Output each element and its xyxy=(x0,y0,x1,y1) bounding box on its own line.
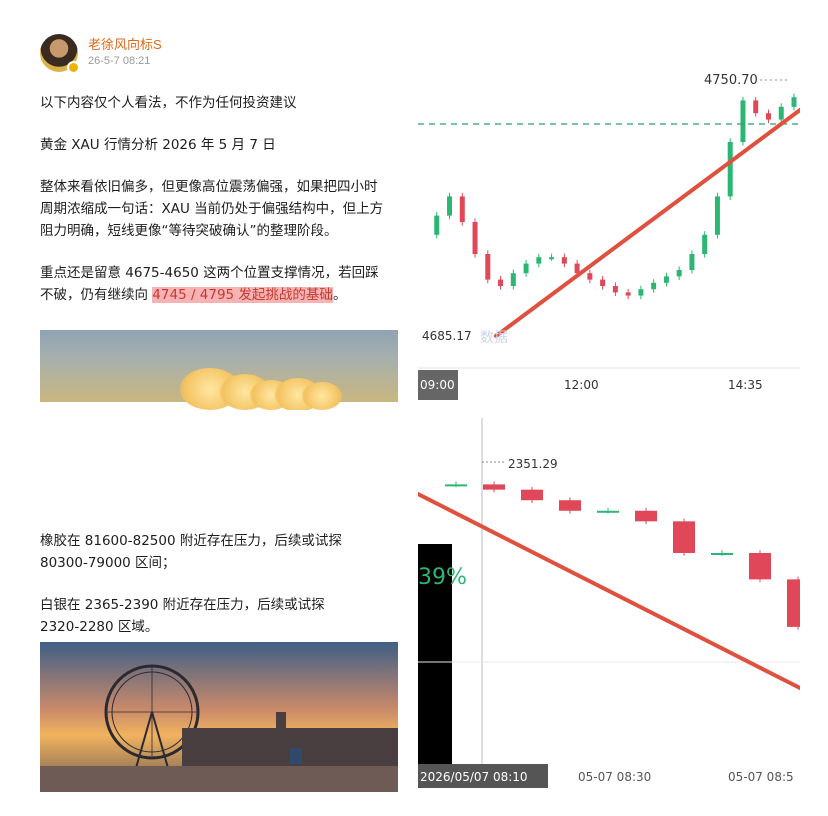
sky-photo[interactable] xyxy=(40,330,398,410)
candle xyxy=(787,579,800,627)
disclaimer-text: 以下内容仅个人看法，不作为任何投资建议 xyxy=(40,95,297,111)
x-tick-0850: 05-07 08:5 xyxy=(728,770,794,784)
author-avatar[interactable] xyxy=(40,34,80,74)
rubber-line-1: 橡胶在 81600-82500 附近存在压力，后续或试探 xyxy=(40,533,342,549)
candle xyxy=(574,263,580,274)
candle xyxy=(727,142,733,197)
candle xyxy=(765,113,771,120)
verified-badge-icon xyxy=(67,61,80,74)
candle xyxy=(651,282,657,290)
candle xyxy=(778,106,784,120)
candle xyxy=(740,100,746,142)
candle xyxy=(635,510,657,522)
x-tick-1435: 14:35 xyxy=(728,378,763,392)
post-continued-panel: 橡胶在 81600-82500 附近存在压力，后续或试探 80300-79000… xyxy=(0,410,410,816)
x-tick-0900: 09:00 xyxy=(420,378,455,392)
rubber-line-2: 80300-79000 区间； xyxy=(40,555,176,571)
body-line-1: 整体来看依旧偏多，但更像高位震荡偏强，如果把四小时 xyxy=(40,179,378,195)
candle xyxy=(702,234,708,254)
silver-line-2: 2320-2280 区域。 xyxy=(40,619,159,635)
candle xyxy=(673,521,695,553)
candle xyxy=(434,215,440,235)
side-badge: 39% xyxy=(418,565,467,590)
candle xyxy=(523,263,529,274)
candle xyxy=(587,273,593,280)
post-panel: 老徐风向标S 26-5-7 08:21 以下内容仅个人看法，不作为任何投资建议 … xyxy=(0,0,410,410)
body-line-5: 不破，仍有继续向 4745 / 4795 发起挑战的基础。 xyxy=(40,284,346,306)
candle xyxy=(498,279,504,286)
body-line-2: 周期浓缩成一句话：XAU 当前仍处于偏强结构中，但上方 xyxy=(40,201,384,217)
low-price-label: 4685.17 xyxy=(422,329,472,343)
candle xyxy=(510,273,516,286)
candle xyxy=(561,257,567,264)
candle xyxy=(521,489,543,501)
body-line-4: 重点还是留意 4675-4650 这两个位置支撑情况，若回踩 xyxy=(40,265,379,281)
candle xyxy=(791,97,797,107)
candle xyxy=(559,500,581,511)
silver-chart: 39% 2351.29 2026/05/07 08:10 05-07 08:30… xyxy=(418,418,800,798)
candle xyxy=(612,286,618,293)
candle xyxy=(483,484,505,490)
candle xyxy=(447,196,453,216)
london-eye-illustration xyxy=(40,664,398,792)
x-tick-0810: 2026/05/07 08:10 xyxy=(420,770,528,784)
candle xyxy=(676,270,682,277)
silver-line-1: 白银在 2365-2390 附近存在压力，后续或试探 xyxy=(40,597,325,613)
london-eye-photo[interactable] xyxy=(40,642,398,792)
body-line-3: 阻力明确，短线更像“等待突破确认”的整理阶段。 xyxy=(40,223,338,239)
candle xyxy=(597,510,619,513)
candle xyxy=(536,257,542,264)
candle xyxy=(445,484,467,487)
highlighted-targets: 4745 / 4795 发起挑战的基础 xyxy=(152,287,333,303)
candle xyxy=(459,196,465,222)
price-label: 2351.29 xyxy=(508,457,558,471)
candle xyxy=(472,222,478,254)
body-line-5-start: 不破，仍有继续向 xyxy=(40,287,153,303)
candle xyxy=(714,196,720,235)
candle xyxy=(753,100,759,114)
candle xyxy=(485,254,491,280)
x-tick-0830: 05-07 08:30 xyxy=(578,770,651,784)
author-name[interactable]: 老徐风向标S xyxy=(88,34,162,53)
high-price-label: 4750.70 xyxy=(704,73,758,88)
candle xyxy=(625,292,631,296)
candle xyxy=(689,254,695,270)
body-line-5-end: 。 xyxy=(332,287,347,303)
candle xyxy=(600,279,606,286)
candle xyxy=(549,257,555,260)
gold-chart-panel: 4750.70 4685.17 数据 09:00 12:00 14:35 xyxy=(418,18,800,400)
candle xyxy=(711,553,733,555)
post-time: 26-5-7 08:21 xyxy=(88,55,151,67)
candle xyxy=(638,289,644,296)
x-tick-1200: 12:00 xyxy=(564,378,599,392)
post-title: 黄金 XAU 行情分析 2026 年 5 月 7 日 xyxy=(40,137,276,153)
candle xyxy=(663,276,669,283)
watermark: 数据 xyxy=(480,330,508,346)
silver-chart-panel: 39% 2351.29 2026/05/07 08:10 05-07 08:30… xyxy=(418,418,800,798)
candle xyxy=(749,553,771,580)
gold-chart: 4750.70 4685.17 数据 09:00 12:00 14:35 xyxy=(418,18,800,400)
